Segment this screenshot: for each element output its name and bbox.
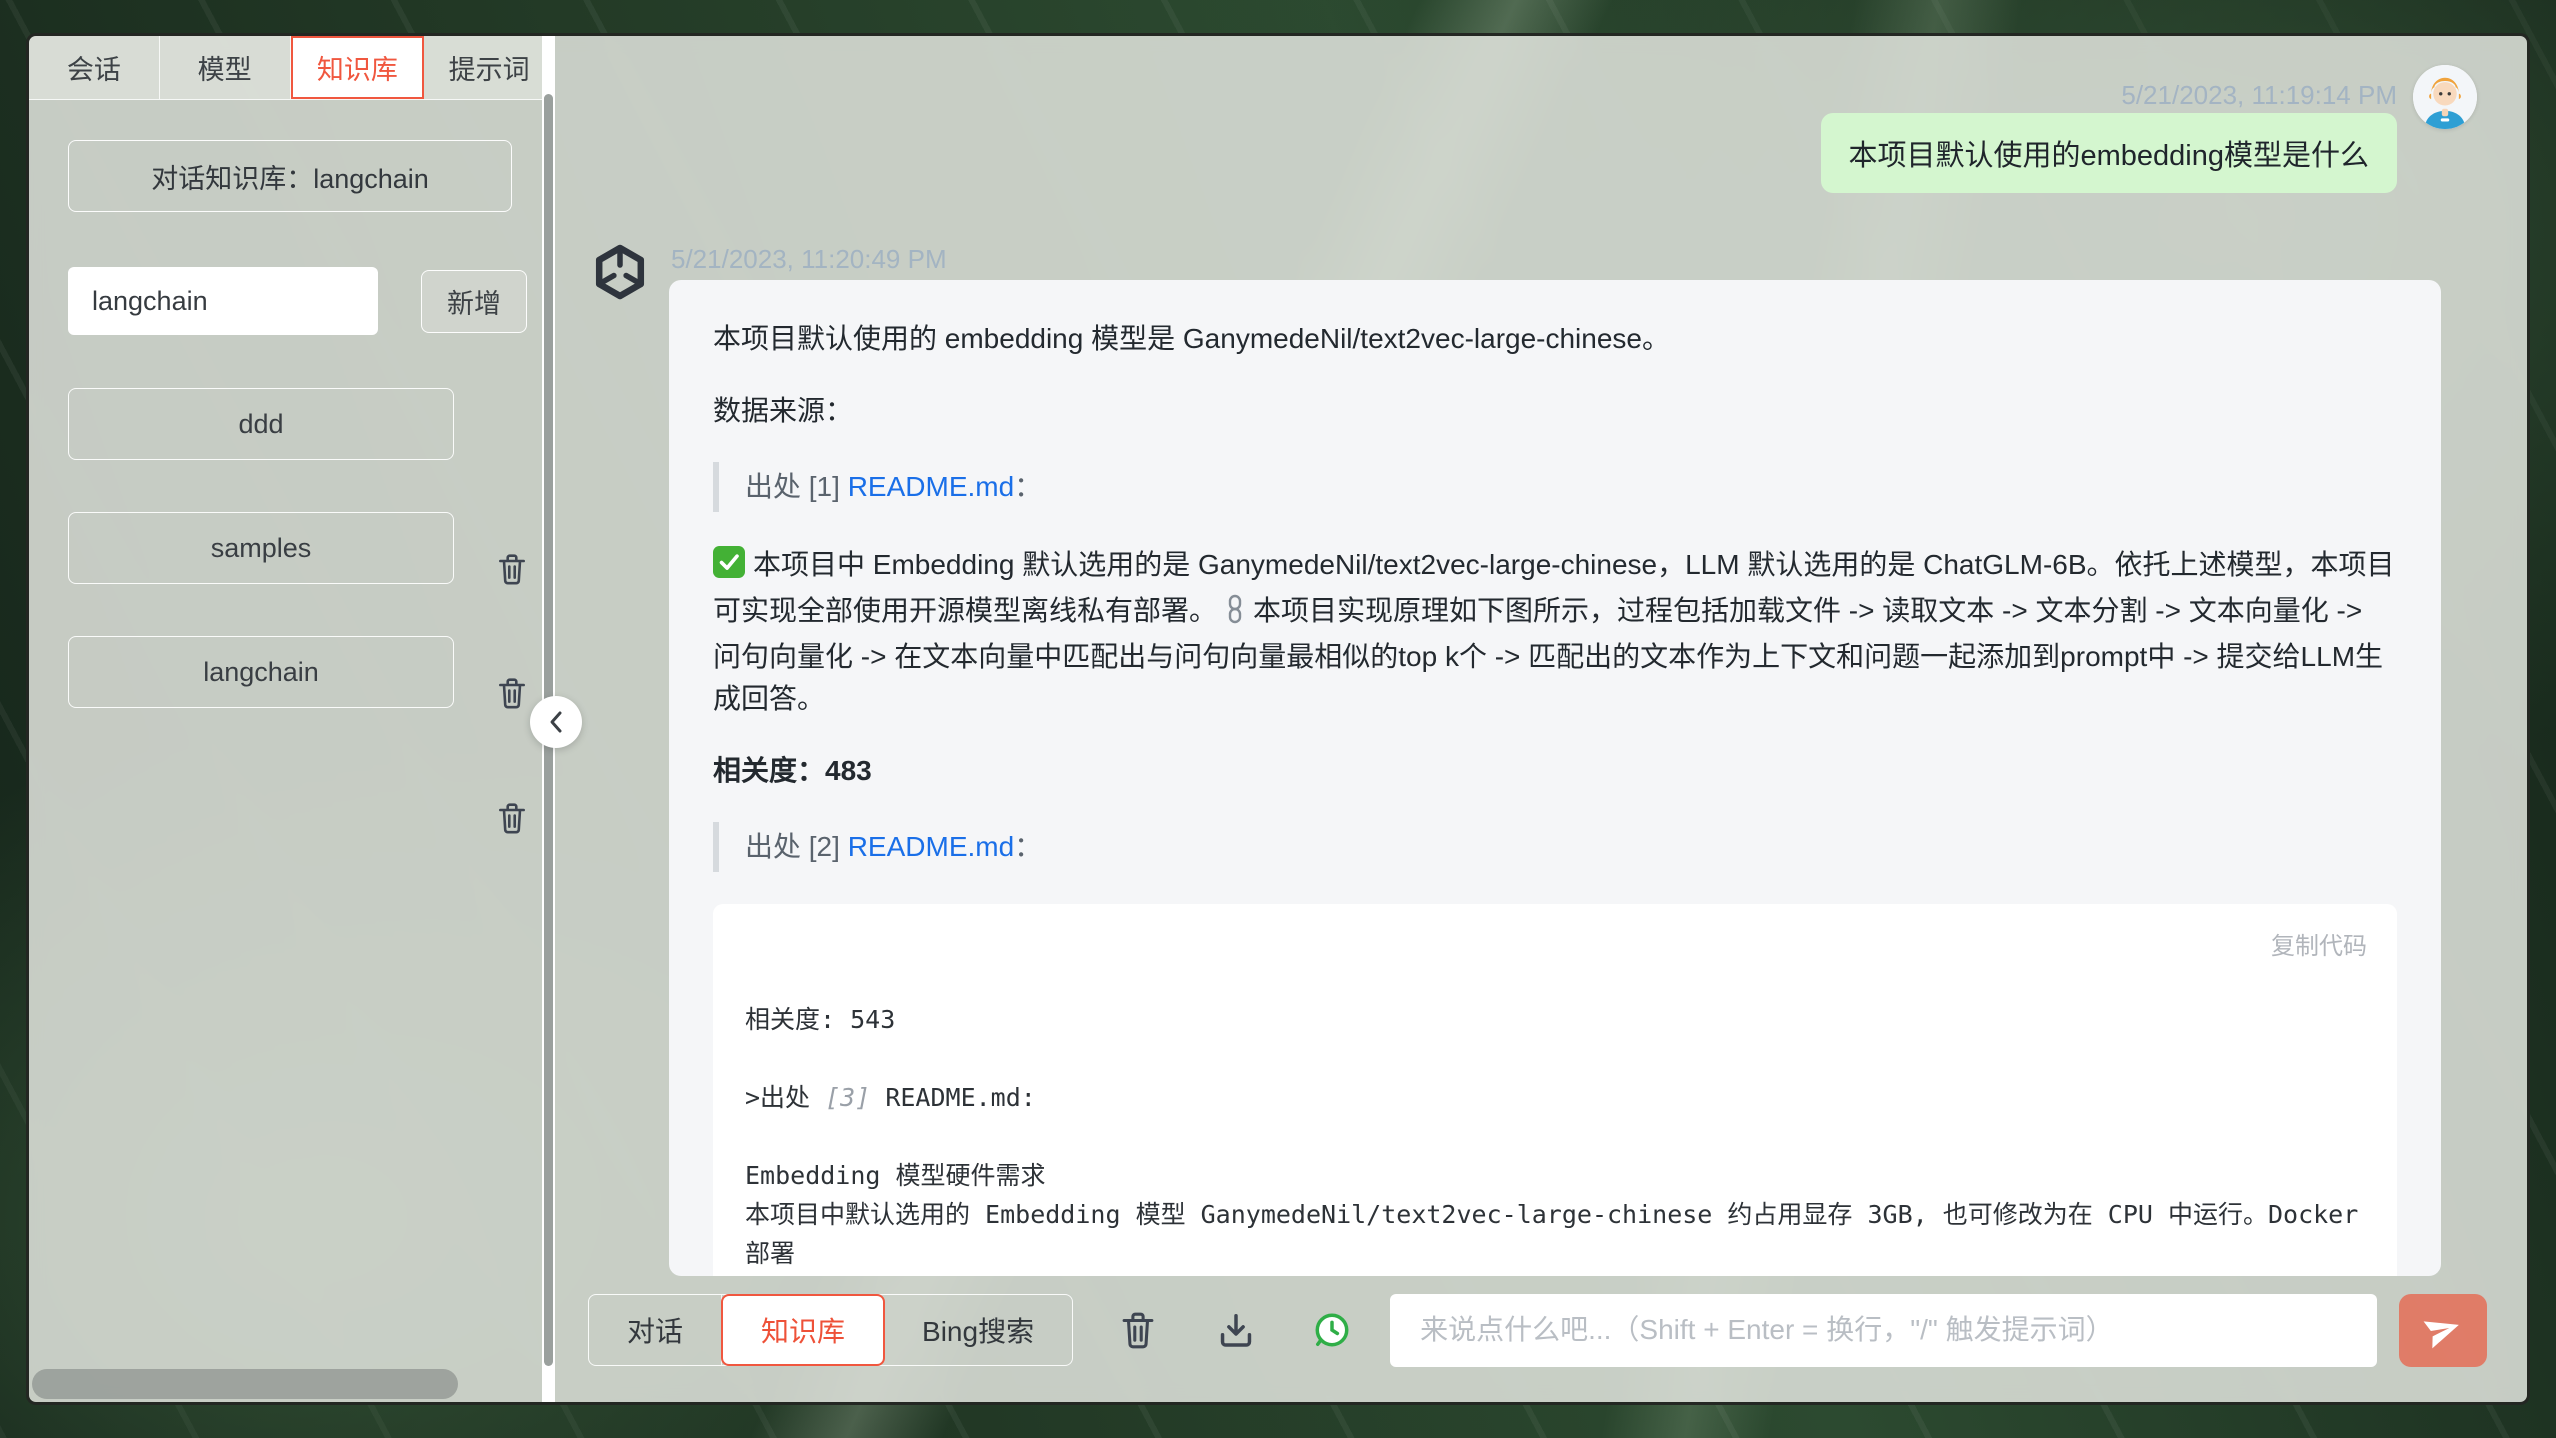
export-chat-button[interactable] xyxy=(1217,1311,1255,1349)
sidebar: 会话 模型 知识库 提示词 对话知识库：langchain 新增 ddd sam… xyxy=(29,36,555,1402)
chain-links-icon xyxy=(1225,594,1245,636)
tab-conversation[interactable]: 会话 xyxy=(29,36,160,99)
knowledge-base-item-ddd[interactable]: ddd xyxy=(68,388,454,460)
source-quote-2: 出处 [2] README.md： xyxy=(713,822,2397,872)
knowledge-base-name-input[interactable] xyxy=(68,267,378,335)
send-button[interactable] xyxy=(2399,1294,2487,1367)
assistant-paragraph: 本项目默认使用的 embedding 模型是 GanymedeNil/text2… xyxy=(713,318,2397,360)
download-icon xyxy=(1217,1311,1255,1349)
code-citation-number: [3] xyxy=(825,1083,870,1112)
source-quote-1: 出处 [1] README.md： xyxy=(713,462,2397,512)
relevance-score: 相关度：483 xyxy=(713,750,2397,792)
clear-chat-button[interactable] xyxy=(1119,1311,1157,1349)
quote-text: ： xyxy=(1014,471,1042,502)
sidebar-collapse-handle[interactable] xyxy=(530,696,582,748)
assistant-message-card: 本项目默认使用的 embedding 模型是 GanymedeNil/text2… xyxy=(669,280,2441,1276)
trash-icon xyxy=(497,553,527,585)
openai-logo-icon xyxy=(591,243,649,301)
assistant-paragraph: 数据来源： xyxy=(713,390,2397,432)
code-text: README.md: Embedding 模型硬件需求 本项目中默认选用的 Em… xyxy=(745,1083,2373,1276)
quote-text: 出处 [1] xyxy=(745,471,848,502)
history-button[interactable] xyxy=(1313,1311,1351,1349)
trash-icon xyxy=(1119,1311,1157,1349)
knowledge-base-item-langchain[interactable]: langchain xyxy=(68,636,454,708)
mode-bing-search[interactable]: Bing搜索 xyxy=(884,1295,1072,1365)
assistant-message-timestamp: 5/21/2023, 11:20:49 PM xyxy=(671,244,947,275)
knowledge-base-create-row: 新增 xyxy=(68,267,527,335)
tab-prompts[interactable]: 提示词 xyxy=(424,36,555,99)
mode-knowledge-base[interactable]: 知识库 xyxy=(721,1294,885,1366)
knowledge-base-item-samples[interactable]: samples xyxy=(68,512,454,584)
mode-chat[interactable]: 对话 xyxy=(589,1295,722,1365)
user-avatar xyxy=(2413,65,2477,129)
user-message-timestamp: 5/21/2023, 11:19:14 PM xyxy=(2121,80,2397,111)
tab-knowledge-base[interactable]: 知识库 xyxy=(291,36,425,99)
quote-text: ： xyxy=(1014,831,1042,862)
green-clock-icon xyxy=(1313,1311,1351,1349)
tab-model[interactable]: 模型 xyxy=(160,36,291,99)
mode-switch: 对话 知识库 Bing搜索 xyxy=(588,1294,1073,1366)
cartoon-person-icon xyxy=(2413,65,2477,129)
chevron-left-icon xyxy=(545,709,567,735)
code-content: 相关度: 543 >出处 [3] README.md: Embedding 模型… xyxy=(745,1000,2365,1276)
copy-code-button[interactable]: 复制代码 xyxy=(2271,926,2367,968)
readme-link[interactable]: README.md xyxy=(848,471,1014,502)
app-window: 会话 模型 知识库 提示词 对话知识库：langchain 新增 ddd sam… xyxy=(26,33,2530,1405)
delete-item-button[interactable] xyxy=(497,677,527,709)
sidebar-horizontal-scrollbar[interactable] xyxy=(32,1369,458,1399)
active-knowledge-base-label: 对话知识库：langchain xyxy=(68,140,512,212)
add-knowledge-base-button[interactable]: 新增 xyxy=(421,270,527,333)
trash-icon xyxy=(497,677,527,709)
message-input[interactable] xyxy=(1390,1294,2377,1367)
delete-item-button[interactable] xyxy=(497,802,527,834)
readme-link[interactable]: README.md xyxy=(848,831,1014,862)
code-block: 复制代码 相关度: 543 >出处 [3] README.md: Embeddi… xyxy=(713,904,2397,1276)
trash-icon xyxy=(497,802,527,834)
green-check-icon xyxy=(713,546,745,590)
assistant-paragraph: 本项目中 Embedding 默认选用的是 GanymedeNil/text2v… xyxy=(713,544,2397,720)
delete-item-button[interactable] xyxy=(497,553,527,585)
paper-plane-icon xyxy=(2418,1305,2468,1355)
sidebar-tabbar: 会话 模型 知识库 提示词 xyxy=(29,36,555,100)
quote-text: 出处 [2] xyxy=(745,831,848,862)
user-message-bubble: 本项目默认使用的embedding模型是什么 xyxy=(1821,113,2398,193)
chat-panel: 5/21/2023, 11:19:14 PM 本项目默认使用的embedding… xyxy=(555,36,2527,1402)
composer-bar: 对话 知识库 Bing搜索 xyxy=(588,1293,2487,1367)
